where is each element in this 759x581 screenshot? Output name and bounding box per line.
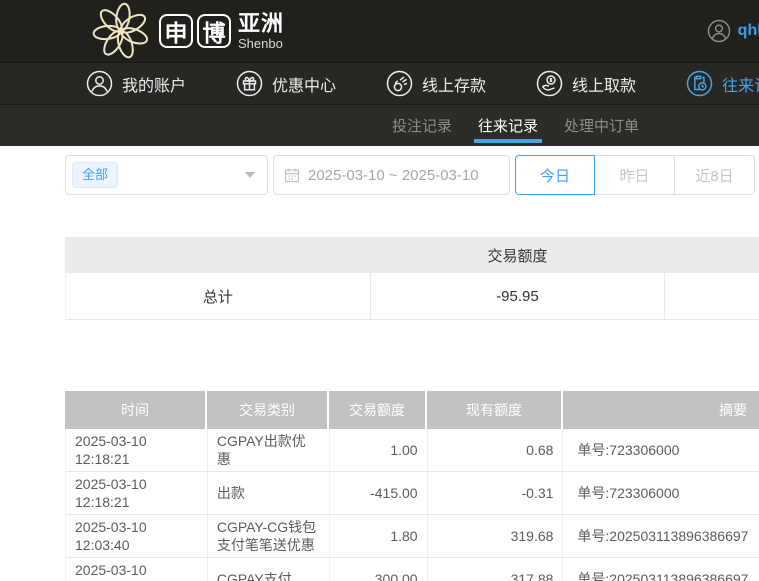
date-range-value: 2025-03-10 ~ 2025-03-10 <box>308 166 479 184</box>
cell-amount: 1.00 <box>330 429 428 471</box>
hand-dollar-icon <box>536 70 563 97</box>
tab-label: 往来记录 <box>478 118 539 135</box>
username-label[interactable]: qhh <box>738 22 759 40</box>
avatar-icon <box>707 19 730 43</box>
tab-label: 投注记录 <box>392 118 453 135</box>
summary-header-spacer <box>665 237 759 273</box>
table-row: 2025-03-10 12:03:40 CGPAY-CG钱包支付笔笔送优惠 1.… <box>65 515 759 558</box>
cell-type: CGPAY-CG钱包支付笔笔送优惠 <box>208 515 330 557</box>
summary-header-amount: 交易额度 <box>487 247 548 265</box>
flower-logo-icon <box>92 2 149 59</box>
tab-label: 处理中订单 <box>564 118 640 135</box>
today-button[interactable]: 今日 <box>515 155 595 195</box>
logo-char-shen: 申 <box>159 14 193 48</box>
summary-empty-cell <box>665 273 759 319</box>
cell-amount: -415.00 <box>330 472 428 514</box>
cell-balance: 317.88 <box>428 558 564 581</box>
col-header-remark: 摘要 <box>563 391 759 429</box>
content-area: 全部 2025-03-10 ~ 2025-03-10 今日 昨日 近8日 交易额… <box>65 146 759 581</box>
top-header: 申 博 亚洲 Shenbo qhh <box>0 0 759 62</box>
nav-label: 线上存款 <box>422 77 487 95</box>
record-tabs: 投注记录 往来记录 处理中订单 <box>0 104 759 146</box>
cell-remark: 单号:723306000 <box>563 472 759 514</box>
summary-header-spacer <box>65 237 370 273</box>
nav-item-my-account[interactable]: 我的账户 <box>86 70 186 97</box>
table-row: 2025-03-10 12:18:21 CGPAY出款优惠 1.00 0.68 … <box>65 429 759 472</box>
cell-remark: 单号:202503113896386697 <box>563 558 759 581</box>
summary-total-amount: -95.95 <box>371 273 666 319</box>
cell-remark: 单号:723306000 <box>563 429 759 471</box>
logo-region: 亚洲 Shenbo <box>238 10 285 51</box>
cell-type: CGPAY出款优惠 <box>208 429 330 471</box>
nav-label: 优惠中心 <box>272 77 337 95</box>
date-range-input[interactable]: 2025-03-10 ~ 2025-03-10 <box>273 155 510 195</box>
col-header-balance: 现有额度 <box>427 391 563 429</box>
last-8-days-button[interactable]: 近8日 <box>675 155 755 195</box>
type-select[interactable]: 全部 <box>65 155 268 195</box>
cell-amount: 300.00 <box>330 558 428 581</box>
records-table: 时间 交易类别 交易额度 现有额度 摘要 2025-03-10 12:18:21… <box>65 391 759 581</box>
clipboard-clock-icon <box>686 70 713 97</box>
table-row: 2025-03-10 12:03:40 CGPAY支付 300.00 317.8… <box>65 558 759 581</box>
gift-icon <box>236 70 263 97</box>
nav-item-transaction-records[interactable]: 往来记录 <box>686 70 759 97</box>
col-header-time: 时间 <box>65 391 207 429</box>
cell-time: 2025-03-10 12:18:21 <box>66 472 208 514</box>
calendar-icon <box>284 168 300 183</box>
cell-remark: 单号:202503113896386697 <box>563 515 759 557</box>
user-circle-icon <box>86 70 113 97</box>
yesterday-button[interactable]: 昨日 <box>595 155 675 195</box>
quick-date-button-group: 今日 昨日 近8日 <box>515 155 755 195</box>
cell-time: 2025-03-10 12:18:21 <box>66 429 208 471</box>
cell-time: 2025-03-10 12:03:40 <box>66 558 208 581</box>
col-header-amount: 交易额度 <box>329 391 427 429</box>
nav-item-deposit[interactable]: 线上存款 <box>386 70 486 97</box>
cell-type: 出款 <box>208 472 330 514</box>
cell-type: CGPAY支付 <box>208 558 330 581</box>
summary-table-header: 交易额度 <box>65 237 759 273</box>
cell-balance: -0.31 <box>428 472 564 514</box>
summary-table: 交易额度 总计 -95.95 <box>65 237 759 320</box>
selected-type-tag: 全部 <box>72 162 119 188</box>
col-header-type: 交易类别 <box>207 391 329 429</box>
logo-region-en: Shenbo <box>238 35 283 51</box>
nav-item-withdraw[interactable]: 线上取款 <box>536 70 636 97</box>
summary-total-row: 总计 -95.95 <box>65 273 759 320</box>
nav-item-promotions[interactable]: 优惠中心 <box>236 70 336 97</box>
tab-betting-records[interactable]: 投注记录 <box>386 105 458 146</box>
tab-transaction-records[interactable]: 往来记录 <box>472 105 544 146</box>
cell-balance: 319.68 <box>428 515 564 557</box>
records-table-header: 时间 交易类别 交易额度 现有额度 摘要 <box>65 391 759 429</box>
main-nav: 我的账户 优惠中心 线上存款 线上取款 往来 <box>0 62 759 104</box>
nav-label: 往来记录 <box>722 77 759 95</box>
user-account-menu[interactable]: qhh <box>707 19 759 43</box>
cell-balance: 0.68 <box>428 429 564 471</box>
logo-region-cn: 亚洲 <box>238 10 285 36</box>
cell-time: 2025-03-10 12:03:40 <box>66 515 208 557</box>
nav-label: 我的账户 <box>122 77 187 95</box>
hand-coins-icon <box>386 70 413 97</box>
logo-char-bo: 博 <box>197 14 231 48</box>
table-row: 2025-03-10 12:18:21 出款 -415.00 -0.31 单号:… <box>65 472 759 515</box>
nav-label: 线上取款 <box>572 77 637 95</box>
filter-row: 全部 2025-03-10 ~ 2025-03-10 今日 昨日 近8日 <box>65 155 759 195</box>
cell-amount: 1.80 <box>330 515 428 557</box>
summary-total-label: 总计 <box>66 273 371 319</box>
chevron-down-icon <box>245 172 255 178</box>
tab-pending-orders[interactable]: 处理中订单 <box>558 105 645 146</box>
